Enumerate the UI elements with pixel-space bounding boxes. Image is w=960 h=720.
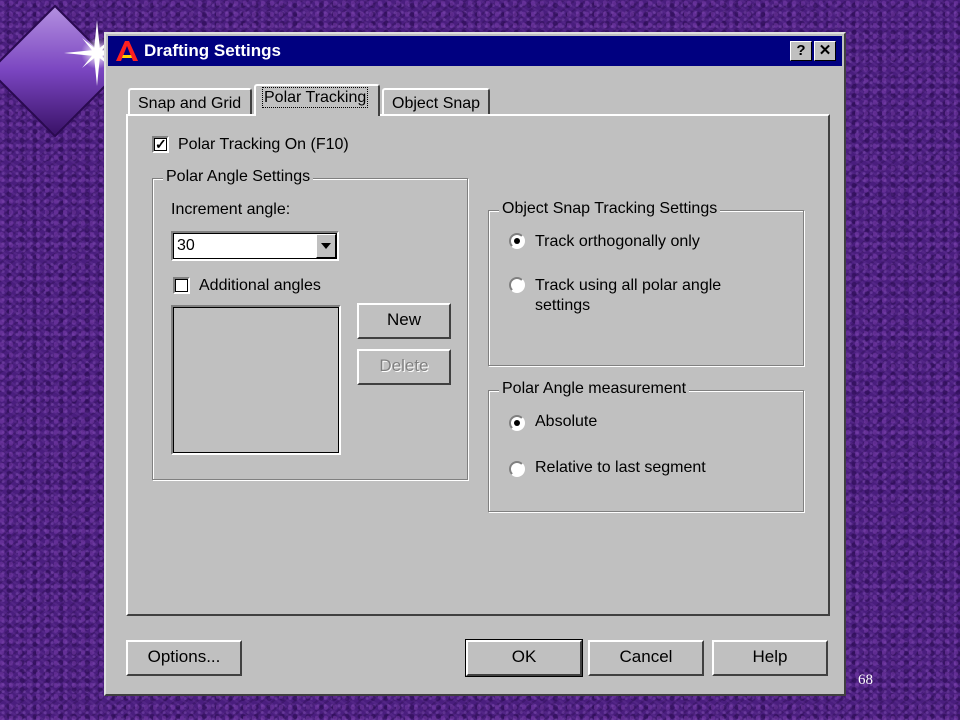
chevron-down-icon[interactable]: [316, 234, 336, 258]
help-title-button[interactable]: ?: [790, 41, 812, 61]
increment-angle-combobox[interactable]: 30: [171, 231, 339, 261]
slide-number: 68: [858, 672, 873, 688]
track-orthogonally-radio[interactable]: [509, 233, 525, 249]
increment-angle-value: 30: [177, 237, 195, 254]
track-polar-label-line1: Track using all polar angle: [535, 277, 722, 294]
group-title: Polar Angle Settings: [163, 168, 314, 186]
additional-angles-checkbox[interactable]: [173, 277, 190, 294]
close-button[interactable]: ✕: [814, 41, 836, 61]
track-polar-label-line2: settings: [535, 297, 591, 314]
delete-button[interactable]: Delete: [357, 349, 451, 385]
checkmark-icon: ✓: [155, 136, 167, 152]
track-polar-radio[interactable]: [509, 277, 525, 293]
tab-label: Snap and Grid: [138, 95, 242, 112]
title-bar[interactable]: Drafting Settings ? ✕: [108, 36, 842, 66]
object-snap-tracking-group: Object Snap Tracking Settings Track orth…: [488, 200, 804, 366]
polar-angle-settings-group: Polar Angle Settings Increment angle: 30…: [152, 168, 468, 480]
relative-label: Relative to last segment: [535, 459, 706, 476]
additional-angles-list[interactable]: [171, 305, 341, 455]
help-button[interactable]: Help: [712, 640, 828, 676]
new-button[interactable]: New: [357, 303, 451, 339]
polar-angle-measurement-group: Polar Angle measurement Absolute Relativ…: [488, 380, 804, 512]
increment-angle-label: Increment angle:: [171, 201, 291, 218]
polar-tracking-on-label: Polar Tracking On (F10): [178, 136, 349, 153]
tab-label: Polar Tracking: [261, 87, 369, 108]
drafting-settings-dialog: Drafting Settings ? ✕ Snap and Grid Pola…: [104, 32, 846, 696]
relative-radio[interactable]: [509, 461, 525, 477]
tab-object-snap[interactable]: Object Snap: [382, 88, 490, 116]
ok-button[interactable]: OK: [465, 639, 583, 677]
absolute-radio[interactable]: [509, 415, 525, 431]
polar-tracking-on-checkbox[interactable]: ✓: [152, 136, 169, 153]
tab-polar-tracking[interactable]: Polar Tracking: [254, 84, 380, 116]
autocad-app-icon: [116, 41, 138, 61]
absolute-label: Absolute: [535, 413, 598, 430]
options-button[interactable]: Options...: [126, 640, 242, 676]
additional-angles-label: Additional angles: [199, 277, 321, 294]
track-orthogonally-label: Track orthogonally only: [535, 233, 700, 250]
tab-label: Object Snap: [392, 95, 481, 112]
window-title: Drafting Settings: [144, 41, 281, 60]
group-title: Polar Angle measurement: [499, 380, 690, 398]
tab-snap-and-grid[interactable]: Snap and Grid: [128, 88, 252, 116]
group-title: Object Snap Tracking Settings: [499, 200, 721, 218]
polar-tracking-panel: ✓ Polar Tracking On (F10) Polar Angle Se…: [126, 114, 830, 616]
cancel-button[interactable]: Cancel: [588, 640, 704, 676]
